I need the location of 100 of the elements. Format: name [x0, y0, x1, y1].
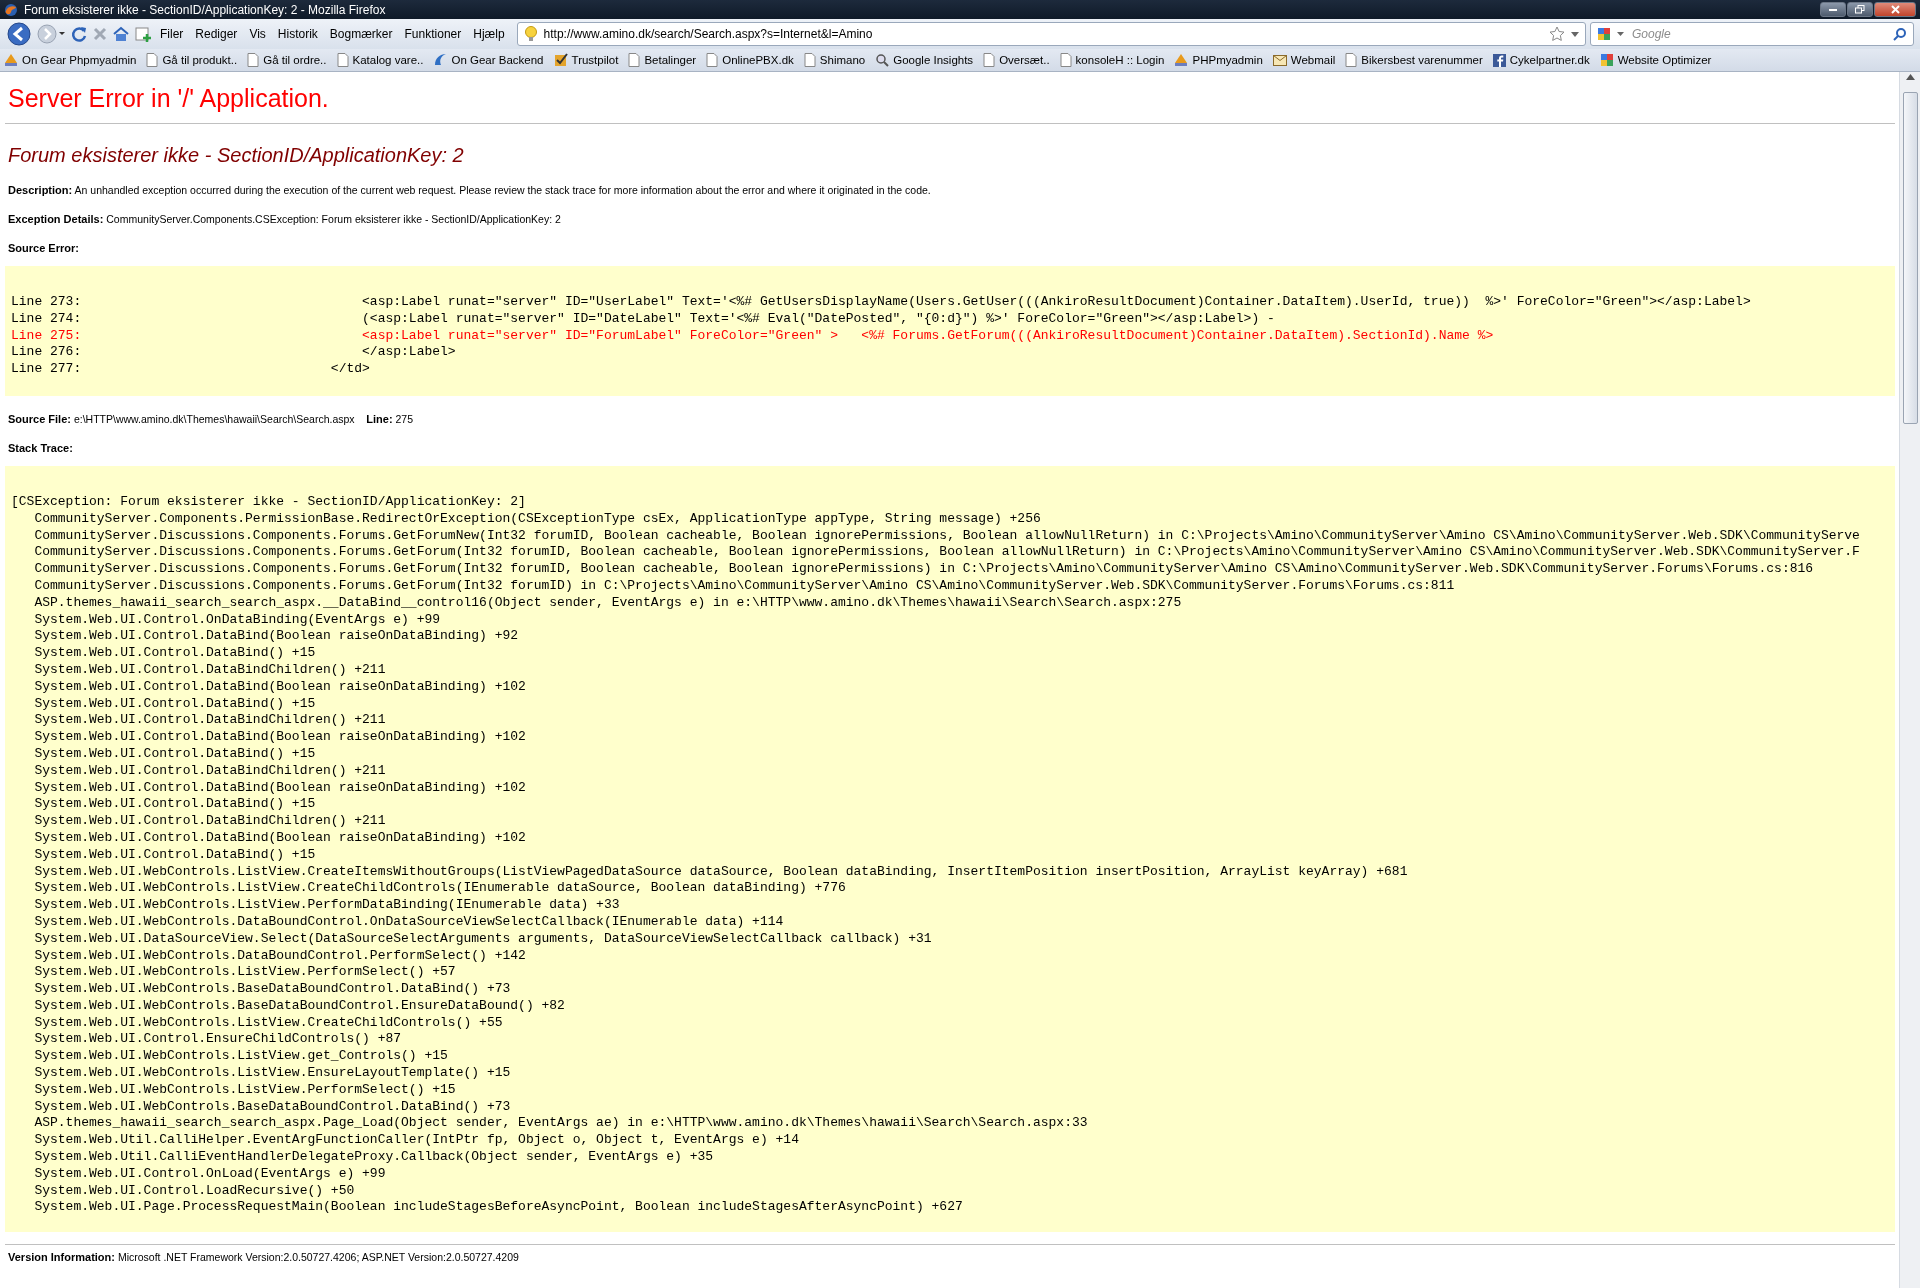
menu-item[interactable]: Hjælp [469, 27, 509, 41]
lightbulb-icon [523, 26, 538, 42]
stack-trace-line: System.Web.UI.DataSourceView.Select(DataSourceSelectArguments arguments, DataSourceViewSelectCallback callback) +31 [33, 930, 932, 948]
bookmark-link[interactable]: konsoleH :: Login [1059, 53, 1165, 67]
bookmark-link[interactable]: Website Optimizer [1599, 53, 1712, 67]
bookmark-link[interactable]: Gå til ordre.. [247, 53, 327, 67]
magnifier-icon [875, 53, 890, 67]
source-code-line: Line 274: (<asp:Label runat="server" ID="DateLabel" Text='<%# Eval("DatePosted", "{0:d}") %>' ForeColor="Green"></asp:Label>) - [11, 310, 1275, 328]
bookmark-link[interactable]: PHPmyadmin [1174, 53, 1263, 67]
close-button[interactable] [1874, 2, 1916, 17]
stack-trace-line: System.Web.UI.Control.DataBind() +15 [33, 846, 316, 864]
source-code-line: Line 273: <asp:Label runat="server" ID="UserLabel" Text='<%# GetUsersDisplayName(Users.GetUser(((AnkiroResultDocument)Container.DataItem).UserId, true)) %>' ForeColor="Green"></asp:Label> [11, 294, 1751, 311]
source-code-line: Line 275: <asp:Label runat="server" ID="ForumLabel" ForeColor="Green" > <%# Forums.GetForum(((AnkiroResultDocument)Container.DataItem).SectionId).Name %> [11, 327, 1494, 345]
reload-icon[interactable] [70, 25, 88, 43]
check-icon [553, 53, 568, 67]
bookmark-link[interactable]: Betalinger [628, 53, 697, 67]
stack-trace-line: CommunityServer.Components.PermissionBase.RedirectOrException(CSExceptionType csEx, ApplicationType appType, String message) +256 [33, 510, 1041, 528]
stack-trace-line: System.Web.UI.Page.ProcessRequestMain(Boolean includeStagesBeforeAsyncPoint, Boolean includeStagesAfterAsyncPoint) +627 [33, 1199, 963, 1217]
stack-trace-line: System.Web.UI.Control.DataBind(Boolean raiseOnDataBinding) +102 [33, 678, 526, 696]
source-code-line: Line 277: </td> [11, 361, 370, 378]
menu-item[interactable]: Funktioner [400, 27, 466, 41]
address-field[interactable]: http://www.amino.dk/search/Search.aspx?s=Internet&l=Amino [516, 22, 1586, 46]
bookmark-link[interactable]: Google Insights [875, 53, 974, 67]
dropdown-arrow-icon[interactable] [1571, 31, 1579, 37]
stack-trace-line: System.Web.UI.Control.LoadRecursive() +50 [33, 1182, 355, 1200]
stack-trace-line: System.Web.UI.WebControls.DataBoundControl.OnDataSourceViewSelectCallback(IEnumerable data) +114 [33, 913, 784, 931]
stack-trace-line: System.Web.Util.CalliHelper.EventArgFunctionCaller(IntPtr fp, Object o, Object t, EventArgs e) +14 [33, 1132, 799, 1150]
menu-item[interactable]: Historik [273, 27, 322, 41]
stack-trace-line: ASP.themes_hawaii_search_search_aspx.__DataBind__control16(Object sender, EventArgs e) in e:\HTTP\www.amino.dk\Themes\hawaii\Search\Search.aspx:275 [33, 594, 1182, 612]
stack-trace-line: CommunityServer.Discussions.Components.Forums.GetForumNew(Int32 forumID, Boolean cacheable, Boolean ignorePermissions, Boolean allowNullReturn) in C:\Projects\Amino\CommunityServer\Amino CS\Amino\CommunityServer.Web.SDK\CommunityServe [33, 527, 1860, 545]
menu-item[interactable]: Bogmærker [325, 27, 397, 41]
bookmark-link[interactable]: On Gear Backend [433, 53, 544, 67]
wave-icon [433, 53, 448, 67]
search-icon[interactable] [1893, 27, 1907, 41]
bookmark-link[interactable]: Shimano [803, 53, 866, 67]
search-bar[interactable]: Google [1590, 22, 1914, 46]
stack-trace-line: System.Web.UI.Control.OnDataBinding(EventArgs e) +99 [33, 611, 441, 629]
bookmark-link[interactable]: Katalog vare.. [336, 53, 424, 67]
page-icon [983, 53, 996, 67]
bookmark-link[interactable]: Bikersbest varenummer [1345, 53, 1483, 67]
stack-trace-line: System.Web.UI.Control.DataBind(Boolean raiseOnDataBinding) +92 [33, 628, 519, 646]
page-icon [146, 53, 159, 67]
bookmark-link[interactable]: Cykelpartner.dk [1492, 53, 1590, 67]
version-info-text: Version Information: Microsoft .NET Framework Version:2.0.50727.4206; ASP.NET Version:2.0.50727.4209 [8, 1251, 520, 1264]
home-icon[interactable] [112, 25, 130, 43]
source-error-label: Source Error: [8, 242, 80, 254]
stack-trace-line: System.Web.UI.Control.DataBind(Boolean raiseOnDataBinding) +102 [33, 829, 526, 847]
stack-trace-line: System.Web.UI.WebControls.ListView.EnsureLayoutTemplate() +15 [33, 1065, 511, 1082]
restore-button[interactable] [1847, 2, 1873, 17]
minimize-icon [1829, 8, 1837, 11]
stack-trace-line: System.Web.UI.Control.DataBind() +15 [33, 695, 316, 713]
back-button[interactable] [6, 22, 32, 46]
stack-trace-line: System.Web.UI.WebControls.ListView.PerformDataBinding(IEnumerable data) +33 [33, 897, 620, 914]
stack-trace-line: System.Web.UI.WebControls.DataBoundControl.PerformSelect() +142 [33, 947, 526, 965]
stack-trace-line: System.Web.UI.Control.DataBind() +15 [33, 645, 316, 662]
menu-item[interactable]: Rediger [191, 27, 242, 41]
page-icon [1345, 53, 1358, 67]
minimize-button[interactable] [1820, 2, 1846, 17]
scroll-up-icon[interactable] [1905, 74, 1915, 80]
source-file-text: Source File: e:\HTTP\www.amino.dk\Themes\hawaii\Search\Search.aspx Line: 275 [8, 413, 414, 425]
stack-trace-label: Stack Trace: [8, 442, 74, 454]
page-icon [628, 53, 641, 67]
error-subheading: Forum eksisterer ikke - SectionID/ApplicationKey: 2 [8, 144, 465, 167]
f-logo-icon [1492, 53, 1506, 67]
sail-logo-icon [4, 53, 18, 67]
error-heading: Server Error in '/' Application. [8, 84, 330, 113]
bookmark-link[interactable]: Oversæt.. [983, 53, 1050, 67]
page-icon [1059, 53, 1072, 67]
page-icon [706, 53, 719, 67]
stack-trace-line: System.Web.UI.WebControls.ListView.get_Controls() +15 [33, 1048, 448, 1066]
stack-trace-line: System.Web.UI.Control.OnLoad(EventArgs e) +99 [33, 1165, 386, 1183]
search-input[interactable]: Google [1630, 26, 1887, 42]
stack-trace-line: System.Web.UI.WebControls.BaseDataBoundControl.EnsureDataBound() +82 [33, 997, 565, 1015]
bookmark-link[interactable]: Trustpilot [553, 53, 619, 67]
star-icon[interactable] [1549, 26, 1565, 42]
fox-globe-icon [4, 2, 18, 17]
dropdown-arrow-icon[interactable] [1617, 32, 1624, 36]
page-icon [247, 53, 260, 67]
stack-trace-line: System.Web.UI.WebControls.BaseDataBoundControl.DataBind() +73 [33, 1098, 511, 1116]
envelope-icon [1272, 54, 1287, 66]
menu-item[interactable]: Filer [156, 27, 188, 41]
bookmark-link[interactable]: Webmail [1272, 54, 1336, 66]
stack-trace-line: System.Web.UI.Control.DataBindChildren() +211 [33, 661, 386, 679]
stack-trace-line: CommunityServer.Discussions.Components.Forums.GetForum(Int32 forumID, Boolean cacheable, Boolean ignorePermissions, Boolean allowNullReturn) in C:\Projects\Amino\CommunityServer\Amino CS\Amino\CommunityServer.Web.SDK\CommunityServer.F [33, 544, 1860, 562]
stack-trace-line: System.Web.UI.WebControls.ListView.CreateChildControls(IEnumerable dataSource, Boolean dataBinding) +776 [33, 880, 846, 898]
scrollbar[interactable] [1899, 72, 1920, 1288]
bookmark-link[interactable]: OnlinePBX.dk [706, 53, 794, 67]
stack-trace-line: CommunityServer.Discussions.Components.Forums.GetForum(Int32 forumID) in C:\Projects\Amino\CommunityServer\Amino CS\Amino\CommunityServer.Web.SDK\CommunityServer.Forums\Forums.cs:811 [33, 577, 1455, 595]
menu-item[interactable]: Vis [245, 27, 270, 41]
source-code-line: Line 276: </asp:Label> [11, 344, 456, 362]
add-page-icon[interactable] [134, 25, 152, 43]
bookmark-link[interactable]: On Gear Phpmyadmin [4, 53, 137, 67]
stack-trace-line: System.Web.UI.Control.DataBindChildren() +211 [33, 712, 386, 730]
close-icon [1890, 5, 1900, 14]
stack-trace-line: System.Web.UI.WebControls.ListView.PerformSelect() +57 [33, 964, 456, 982]
bookmark-link[interactable]: Gå til produkt.. [146, 53, 238, 67]
stack-trace-line: System.Web.UI.WebControls.ListView.CreateChildControls() +55 [33, 1014, 503, 1032]
scrollbar-thumb[interactable] [1902, 92, 1918, 424]
stack-trace-line: System.Web.UI.WebControls.ListView.PerformSelect() +15 [33, 1081, 456, 1099]
page-icon [336, 53, 349, 67]
